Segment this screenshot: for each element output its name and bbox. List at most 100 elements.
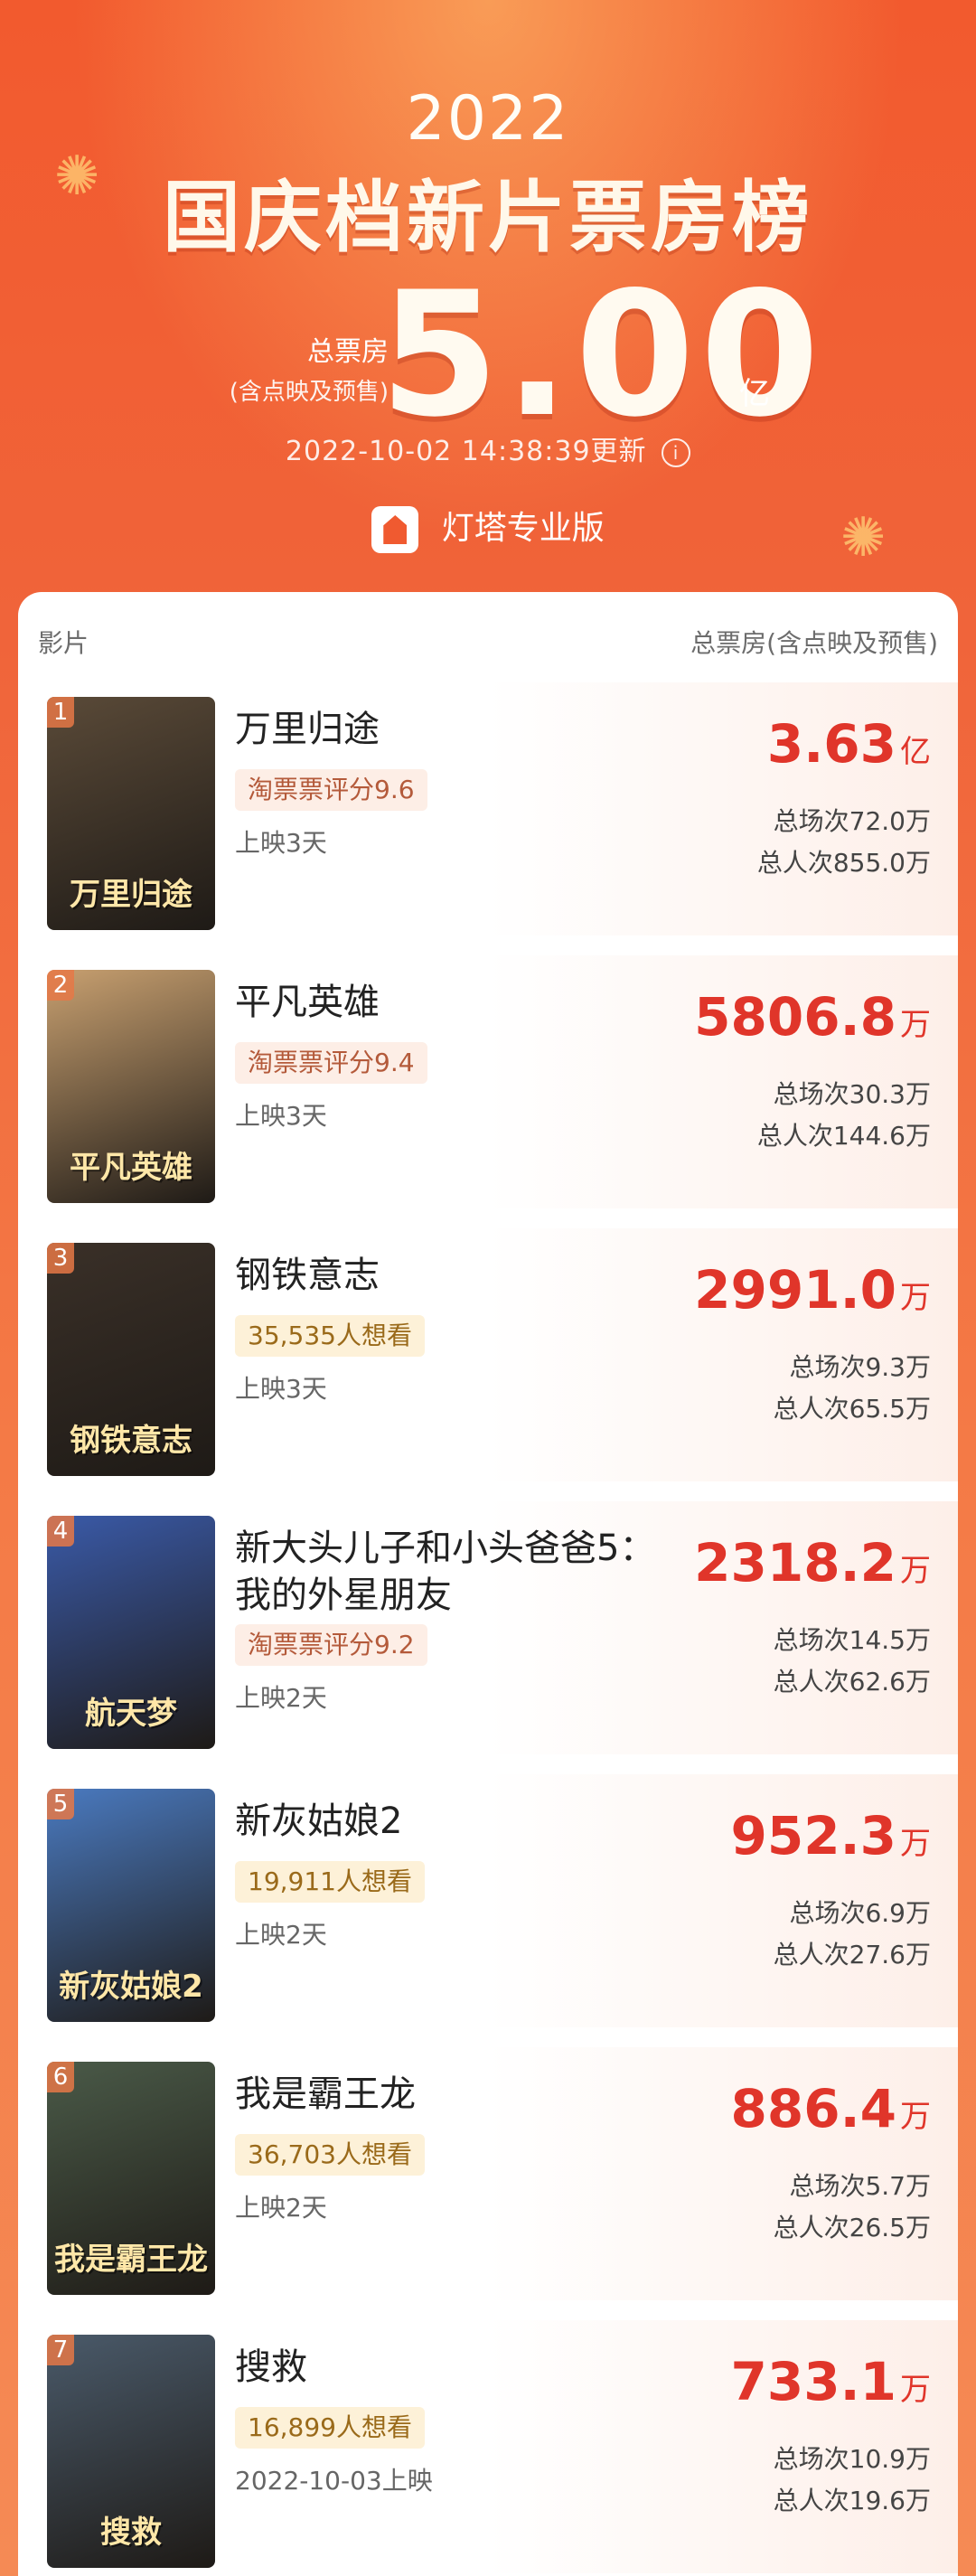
rank-badge: 3 (47, 1243, 74, 1274)
movie-title[interactable]: 新灰姑娘2 (235, 1798, 660, 1845)
list-item[interactable]: 6 我是霸王龙 我是霸王龙 36,703人想看 上映2天 886.4 万 总场次5… (18, 2047, 958, 2300)
box-office-value: 2991.0 万 (694, 1259, 931, 1321)
movie-badge: 淘票票评分9.4 (235, 1042, 427, 1084)
rank-badge: 7 (47, 2335, 74, 2365)
box-office-number: 2991.0 (694, 1259, 896, 1321)
release-info: 上映2天 (235, 2193, 327, 2223)
total-box-office: 5.00 (380, 255, 825, 455)
box-office-unit: 万 (900, 1007, 931, 1043)
box-office-number: 5806.8 (694, 986, 896, 1048)
total-sessions: 总场次9.3万 (789, 1352, 931, 1382)
box-office-number: 886.4 (730, 2078, 896, 2139)
movie-poster[interactable]: 4 航天梦 (47, 1516, 215, 1749)
box-office-unit: 万 (900, 2372, 931, 2408)
movie-poster[interactable]: 5 新灰姑娘2 (47, 1789, 215, 2022)
poster-title: 新灰姑娘2 (59, 1969, 203, 2005)
release-info: 上映3天 (235, 1374, 327, 1404)
list-item[interactable]: 4 航天梦 新大头儿子和小头爸爸5：我的外星朋友 淘票票评分9.2 上映2天 2… (18, 1501, 958, 1754)
rank-badge: 2 (47, 970, 74, 1001)
list-item[interactable]: 7 搜救 搜救 16,899人想看 2022-10-03上映 733.1 万 总场… (18, 2320, 958, 2573)
poster-title: 我是霸王龙 (54, 2242, 208, 2278)
poster-title: 航天梦 (85, 1696, 177, 1732)
poster-title: 万里归途 (70, 877, 192, 913)
movie-title[interactable]: 万里归途 (235, 706, 660, 753)
box-office-value: 3.63 亿 (767, 713, 931, 775)
total-viewers: 总人次65.5万 (773, 1394, 931, 1424)
movie-badge: 淘票票评分9.6 (235, 769, 427, 811)
rank-badge: 1 (47, 697, 74, 728)
movie-badge: 36,703人想看 (235, 2134, 425, 2176)
total-viewers: 总人次27.6万 (773, 1940, 931, 1970)
brand[interactable]: 灯塔专业版 (0, 502, 976, 553)
total-sessions: 总场次6.9万 (789, 1898, 931, 1928)
release-info: 上映3天 (235, 828, 327, 858)
info-icon[interactable]: i (662, 437, 691, 467)
movie-poster[interactable]: 2 平凡英雄 (47, 970, 215, 1203)
poster-title: 钢铁意志 (70, 1423, 192, 1459)
total-viewers: 总人次26.5万 (773, 2213, 931, 2242)
box-office-value: 886.4 万 (731, 2078, 931, 2139)
update-time-text: 2022-10-02 14:38:39更新 (285, 436, 647, 467)
list-item[interactable]: 5 新灰姑娘2 新灰姑娘2 19,911人想看 上映2天 952.3 万 总场次6… (18, 1774, 958, 2027)
box-office-unit: 万 (900, 1280, 931, 1316)
movie-poster[interactable]: 7 搜救 (47, 2335, 215, 2568)
update-time: 2022-10-02 14:38:39更新 i (0, 428, 976, 468)
box-office-value: 952.3 万 (731, 1805, 931, 1866)
box-office-value: 733.1 万 (731, 2351, 931, 2412)
total-viewers: 总人次855.0万 (756, 848, 931, 878)
movie-poster[interactable]: 1 万里归途 (47, 697, 215, 930)
rank-badge: 4 (47, 1516, 74, 1547)
box-office-number: 733.1 (730, 2351, 896, 2412)
movie-poster[interactable]: 3 钢铁意志 (47, 1243, 215, 1476)
movie-title[interactable]: 钢铁意志 (235, 1252, 660, 1299)
total-sessions: 总场次10.9万 (773, 2444, 931, 2474)
poster-title: 搜救 (100, 2515, 162, 2551)
movie-badge: 35,535人想看 (235, 1315, 425, 1357)
movie-title[interactable]: 我是霸王龙 (235, 2071, 660, 2118)
total-sessions: 总场次14.5万 (773, 1625, 931, 1655)
ranking-card: 影片 总票房(含点映及预售) 1 万里归途 万里归途 淘票票评分9.6 上映3天… (18, 592, 958, 2576)
list-item[interactable]: 1 万里归途 万里归途 淘票票评分9.6 上映3天 3.63 亿 总场次72.0万… (18, 682, 958, 935)
box-office-number: 3.63 (766, 713, 896, 775)
total-sessions: 总场次72.0万 (773, 806, 931, 836)
total-label-sub: (含点映及预售) (229, 379, 389, 406)
total-viewers: 总人次19.6万 (773, 2486, 931, 2515)
brand-name: 灯塔专业版 (441, 510, 605, 547)
release-info: 上映3天 (235, 1101, 327, 1131)
list-item[interactable]: 3 钢铁意志 钢铁意志 35,535人想看 上映3天 2991.0 万 总场次9.… (18, 1228, 958, 1481)
header-year: 2022 (406, 83, 570, 155)
movie-badge: 淘票票评分9.2 (235, 1624, 427, 1666)
column-header-box-office: 总票房(含点映及预售) (690, 628, 938, 658)
box-office-unit: 万 (900, 1553, 931, 1589)
release-info: 上映2天 (235, 1683, 327, 1713)
poster-title: 平凡英雄 (70, 1150, 192, 1186)
list-item[interactable]: 2 平凡英雄 平凡英雄 淘票票评分9.4 上映3天 5806.8 万 总场次30.… (18, 955, 958, 1208)
movie-badge: 16,899人想看 (235, 2407, 425, 2449)
movie-badge: 19,911人想看 (235, 1861, 425, 1903)
page-title: 国庆档新片票房榜 (163, 173, 813, 263)
box-office-value: 5806.8 万 (694, 986, 931, 1048)
movie-poster[interactable]: 6 我是霸王龙 (47, 2062, 215, 2295)
movie-title[interactable]: 平凡英雄 (235, 979, 660, 1026)
total-label: 总票房 (含点映及预售) (181, 333, 389, 412)
box-office-number: 2318.2 (694, 1532, 896, 1594)
box-office-value: 2318.2 万 (694, 1532, 931, 1594)
release-info: 2022-10-03上映 (235, 2466, 433, 2496)
release-info: 上映2天 (235, 1920, 327, 1950)
box-office-number: 952.3 (730, 1805, 896, 1866)
movie-title[interactable]: 新大头儿子和小头爸爸5：我的外星朋友 (235, 1525, 660, 1619)
total-unit: 亿 (739, 376, 770, 412)
total-sessions: 总场次30.3万 (773, 1079, 931, 1109)
box-office-unit: 万 (900, 2099, 931, 2135)
total-viewers: 总人次144.6万 (756, 1121, 931, 1151)
lighthouse-logo-icon (371, 506, 419, 553)
rank-badge: 6 (47, 2062, 74, 2092)
total-label-text: 总票房 (307, 336, 389, 368)
box-office-unit: 亿 (900, 734, 931, 770)
total-viewers: 总人次62.6万 (773, 1667, 931, 1697)
column-header-film: 影片 (38, 628, 89, 658)
rank-badge: 5 (47, 1789, 74, 1819)
movie-title[interactable]: 搜救 (235, 2344, 660, 2391)
total-sessions: 总场次5.7万 (789, 2171, 931, 2201)
box-office-unit: 万 (900, 1826, 931, 1862)
